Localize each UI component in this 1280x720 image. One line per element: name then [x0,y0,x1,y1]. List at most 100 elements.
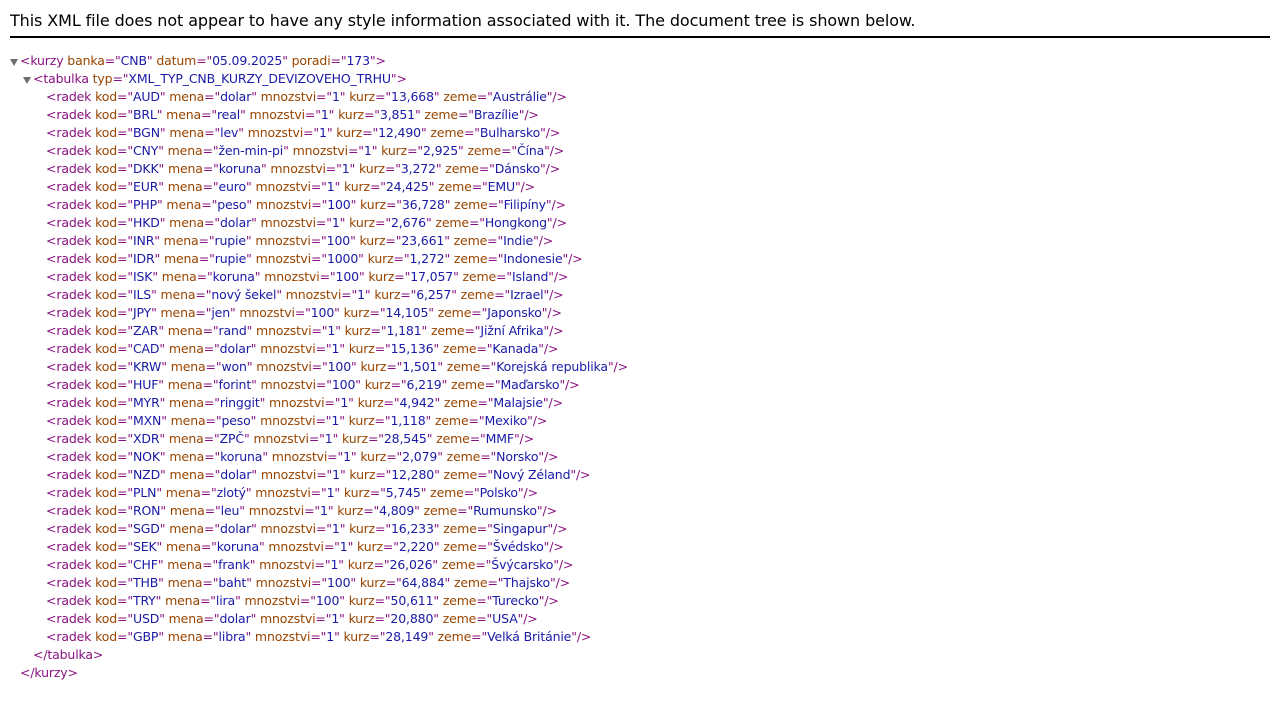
attribute-value: Švédsko [492,539,544,554]
attribute-quote: =" [117,395,133,410]
tag-self-close: /> [523,485,539,500]
attribute-value: dolar [220,89,252,104]
attribute-quote: " [441,377,448,392]
attribute-value: 1,272 [409,251,445,266]
attribute-quote: " [334,305,340,320]
attribute-name: kod [95,503,118,518]
xml-row-element: <radek kod="GBP" mena="libra" mnozstvi="… [10,628,628,646]
attribute-value: CHF [132,557,158,572]
attribute-quote: " [245,485,252,500]
attribute-quote: =" [117,521,133,536]
attribute-quote: =" [202,323,219,338]
attribute-quote: =" [496,269,512,284]
attribute-quote: " [426,431,433,446]
attribute-value: BGN [132,125,160,140]
attribute-quote: =" [117,287,133,302]
tag-open: <radek [46,251,92,266]
attribute-name: mena [167,575,203,590]
attribute-value: 100 [326,575,351,590]
attribute-value: Rumunsko [473,503,537,518]
attribute-value: Kanada [492,341,539,356]
xml-row-element: <radek kod="BRL" mena="real" mnozstvi="1… [10,106,628,124]
attribute-value: SGD [132,521,160,536]
attribute-quote: " [420,485,427,500]
attribute-quote: =" [369,305,386,320]
attribute-quote: =" [363,107,380,122]
attribute-value: Japonsko [487,305,542,320]
attribute-value: NOK [132,449,160,464]
attribute-quote: =" [202,629,219,644]
attribute-quote: =" [315,413,332,428]
attribute-value: lev [220,125,239,140]
attribute-name: mena [160,287,196,302]
attribute-quote: =" [369,179,386,194]
attribute-quote: " [350,197,357,212]
attribute-quote: =" [304,503,321,518]
attribute-quote: " [428,179,435,194]
attribute-value: baht [218,575,247,590]
attribute-quote: " [251,89,257,104]
attribute-quote: =" [204,503,221,518]
attribute-quote: =" [117,593,133,608]
attribute-name: zeme [442,341,477,356]
attribute-quote: =" [203,395,220,410]
attribute-value: Brazílie [473,107,519,122]
attribute-value: ZPČ [219,431,245,446]
attribute-value: dolar [219,611,251,626]
attribute-quote: " [327,503,334,518]
collapse-arrow-icon[interactable] [10,52,20,70]
attribute-name: zeme [467,143,502,158]
attribute-name: mena [169,395,204,410]
attribute-quote: =" [117,233,133,248]
attribute-name: kurz [349,467,376,482]
attribute-name: zeme [443,89,477,104]
attribute-quote: =" [117,557,133,572]
attribute-value: EMU [487,179,516,194]
attribute-value: Izrael [510,287,544,302]
attribute-name: mnozstvi [260,611,316,626]
tag-open: <radek [46,413,92,428]
attribute-value: Thajsko [503,575,551,590]
attribute-quote: " [444,251,451,266]
attribute-name: zeme [451,377,485,392]
attribute-value: CNB [120,53,147,68]
attribute-name: mena [168,611,204,626]
attribute-quote: =" [311,359,328,374]
tag-self-close: /> [558,557,574,572]
attribute-quote: " [238,125,244,140]
attribute-name: zeme [446,449,481,464]
attribute-quote: " [421,323,428,338]
attribute-quote: " [254,269,261,284]
attribute-quote: =" [315,521,332,536]
xml-row-element: <radek kod="CAD" mena="dolar" mnozstvi="… [10,340,628,358]
attribute-value: 173 [346,53,370,68]
attribute-value: ringgit [219,395,260,410]
attribute-name: kurz [348,593,375,608]
attribute-quote: " [339,89,346,104]
attribute-name: kurz [367,251,394,266]
attribute-name: zeme [443,539,477,554]
attribute-name: mnozstvi [253,431,309,446]
attribute-quote: " [246,179,252,194]
attribute-name: mnozstvi [260,341,316,356]
attribute-value: Norsko [496,449,539,464]
attribute-quote: =" [375,215,391,230]
attribute-name: mnozstvi [270,161,326,176]
attribute-quote: " [364,287,371,302]
attribute-name: kurz [360,449,387,464]
attribute-quote: " [433,521,440,536]
attribute-quote: " [339,215,346,230]
attribute-quote: " [451,287,457,302]
attribute-name: mnozstvi [260,521,317,536]
collapse-arrow-icon[interactable] [23,70,33,88]
attribute-quote: " [249,557,256,572]
attribute-quote: =" [476,341,493,356]
attribute-name: kod [95,107,118,122]
attribute-quote: =" [390,377,407,392]
attribute-quote: =" [117,215,133,230]
attribute-name: kurz [343,305,370,320]
attribute-value: won [221,359,247,374]
attribute-name: kod [95,413,118,428]
attribute-quote: " [159,449,166,464]
attribute-quote: =" [303,125,320,140]
